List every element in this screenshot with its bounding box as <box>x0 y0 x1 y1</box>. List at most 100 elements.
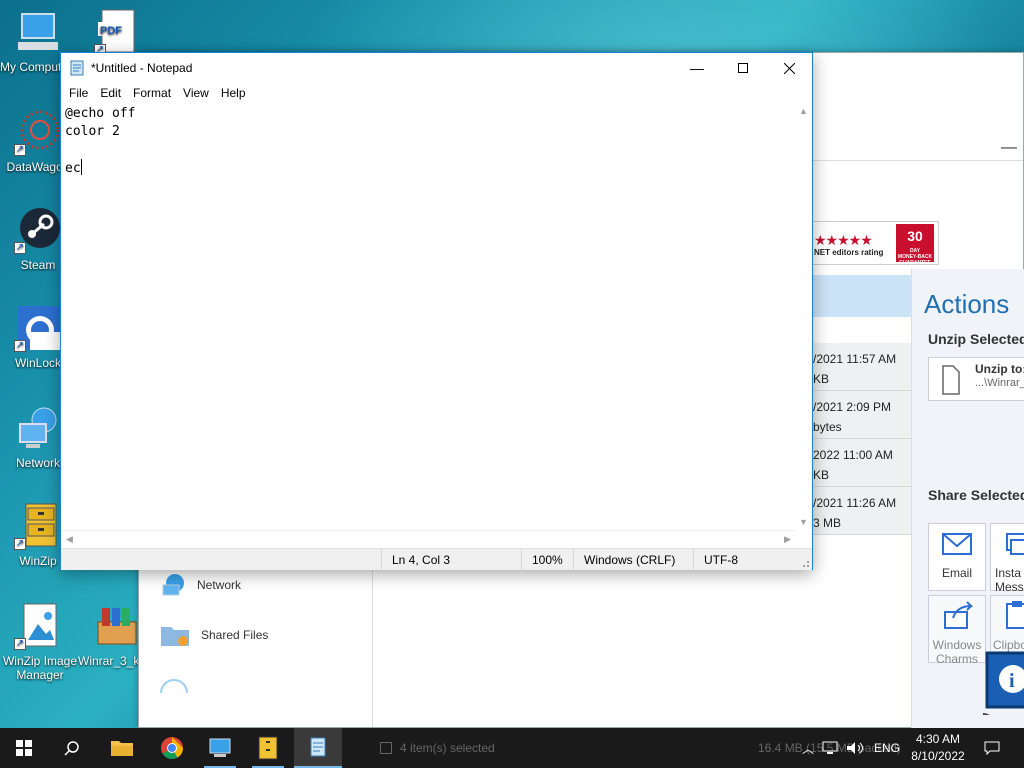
steam-icon: ↗ <box>14 206 62 254</box>
close-button[interactable] <box>766 53 812 83</box>
scroll-down-icon[interactable]: ▼ <box>795 514 812 531</box>
add-icon <box>160 679 188 693</box>
folder-icon <box>111 741 133 756</box>
scroll-left-icon[interactable]: ◀ <box>61 531 78 548</box>
chat-icon <box>1006 533 1024 555</box>
table-row[interactable]: /2021 2:09 PM bytes <box>811 391 911 439</box>
unzip-to-button[interactable]: Unzip to: ...\Winrar_ <box>928 357 1024 401</box>
minimize-icon[interactable]: — <box>1001 139 1017 157</box>
notepad-titlebar[interactable]: *Untitled - Notepad — <box>61 53 812 83</box>
table-row[interactable]: /2021 11:57 AM KB <box>811 343 911 391</box>
windows-charms-button[interactable]: Windows Charms <box>928 595 986 666</box>
clipboard-icon <box>1006 601 1024 629</box>
computer-icon <box>14 8 62 56</box>
maximize-icon <box>738 63 748 73</box>
share-icon <box>944 601 973 629</box>
maximize-button[interactable] <box>720 53 766 83</box>
instant-messaging-button[interactable]: Insta Messa <box>990 523 1024 594</box>
taskbar-winzip[interactable] <box>244 728 292 768</box>
winlock-icon: ↗ <box>14 304 62 352</box>
volume-icon[interactable] <box>846 741 866 755</box>
svg-text:PDF: PDF <box>100 25 122 37</box>
winzip-icon <box>258 736 278 760</box>
menu-format[interactable]: Format <box>127 83 177 103</box>
windows-logo-icon <box>16 740 32 756</box>
winzip-nav-pane: Network Shared Files <box>147 565 373 727</box>
text-line: color 2 <box>65 124 120 139</box>
taskbar-control-panel[interactable] <box>196 728 244 768</box>
envelope-icon <box>942 533 972 555</box>
chrome-icon <box>161 737 183 759</box>
minimize-button[interactable]: — <box>674 53 720 83</box>
clock[interactable]: 4:30 AM 8/10/2022 <box>906 728 970 768</box>
table-row[interactable]: 2022 11:00 AM KB <box>811 439 911 487</box>
status-line-endings: Windows (CRLF) <box>573 549 693 571</box>
taskbar: 4 item(s) selected 16.4 MB (15.5 MB pack… <box>0 728 1024 768</box>
cnet-rating-ad[interactable]: ★★★★★ NET editors rating 30 DAY MONEY-BA… <box>811 221 939 266</box>
menu-view[interactable]: View <box>177 83 215 103</box>
resize-grip-icon[interactable] <box>800 558 810 568</box>
taskbar-file-explorer[interactable] <box>98 728 146 768</box>
network-tray-icon[interactable] <box>822 741 838 755</box>
text-editor[interactable]: @echo off color 2 ec <box>61 103 796 581</box>
file-list-header-selected <box>811 275 911 317</box>
winrar-icon <box>92 602 140 650</box>
svg-text:i: i <box>1009 670 1015 692</box>
nav-item-add-cloud[interactable] <box>159 677 189 693</box>
text-line: @echo off <box>65 106 136 121</box>
folder-icon <box>161 627 189 646</box>
chevron-up-icon[interactable]: ︿ <box>802 740 814 757</box>
winzip-status-text: 4 item(s) selected <box>380 728 495 768</box>
control-panel-icon <box>209 738 231 757</box>
status-encoding: UTF-8 <box>693 549 793 571</box>
notepad-app-icon <box>310 737 326 757</box>
shortcut-arrow-icon: ↗ <box>14 242 26 254</box>
menu-edit[interactable]: Edit <box>94 83 127 103</box>
scroll-up-icon[interactable]: ▲ <box>795 103 812 120</box>
stars-icon: ★★★★★ <box>814 232 873 248</box>
language-indicator[interactable]: ENG <box>874 741 900 755</box>
scroll-right-icon[interactable]: ▶ <box>779 531 796 548</box>
text-line <box>65 141 792 159</box>
pdf-icon: PDF ↗ <box>94 8 142 56</box>
text-caret <box>80 159 82 175</box>
notification-icon <box>984 741 1000 755</box>
menu-bar: File Edit Format View Help <box>61 83 812 103</box>
search-icon <box>64 741 79 756</box>
nav-item-shared-files[interactable]: Shared Files <box>159 621 268 649</box>
taskbar-chrome[interactable] <box>148 728 196 768</box>
system-tray: ︿ ENG <box>802 728 900 768</box>
menu-file[interactable]: File <box>63 83 94 103</box>
table-row[interactable]: /2021 11:26 AM 3 MB <box>811 487 911 535</box>
start-button[interactable] <box>0 728 48 768</box>
minimize-icon: — <box>690 60 704 76</box>
status-bar: Ln 4, Col 3 100% Windows (CRLF) UTF-8 <box>61 548 812 571</box>
window-title: *Untitled - Notepad <box>91 61 193 75</box>
winzip-info-icon: i <box>971 649 1024 737</box>
file-list[interactable]: /2021 11:57 AM KB /2021 2:09 PM bytes 2022… <box>811 275 911 535</box>
notepad-window[interactable]: *Untitled - Notepad — File Edit Format V… <box>60 52 813 571</box>
image-manager-icon: ↗ <box>14 602 62 650</box>
text-line: ec <box>65 159 82 176</box>
network-icon <box>14 404 62 452</box>
email-button[interactable]: Email <box>928 523 986 591</box>
desktop-icon-winzip-image-manager[interactable]: ↗ WinZip Image Manager <box>0 602 77 682</box>
menu-help[interactable]: Help <box>215 83 252 103</box>
checkbox-icon <box>380 742 392 754</box>
status-zoom: 100% <box>521 549 573 571</box>
close-icon <box>783 62 795 74</box>
document-icon <box>942 365 960 395</box>
search-button[interactable] <box>48 728 96 768</box>
winzip-icon: ↗ <box>14 502 62 550</box>
taskbar-notepad[interactable] <box>294 728 342 768</box>
datawagon-icon: ↗ <box>14 108 62 156</box>
shortcut-arrow-icon: ↗ <box>14 538 26 550</box>
notepad-app-icon <box>70 60 84 76</box>
money-back-badge: 30 DAY MONEY-BACK GUARANTEE <box>896 224 934 266</box>
shortcut-arrow-icon: ↗ <box>14 340 26 352</box>
horizontal-scrollbar[interactable]: ◀ ▶ <box>61 530 796 547</box>
shortcut-arrow-icon: ↗ <box>14 638 26 650</box>
notifications-button[interactable] <box>980 728 1004 768</box>
shortcut-arrow-icon: ↗ <box>14 144 26 156</box>
vertical-scrollbar[interactable]: ▲ ▼ <box>795 103 812 531</box>
